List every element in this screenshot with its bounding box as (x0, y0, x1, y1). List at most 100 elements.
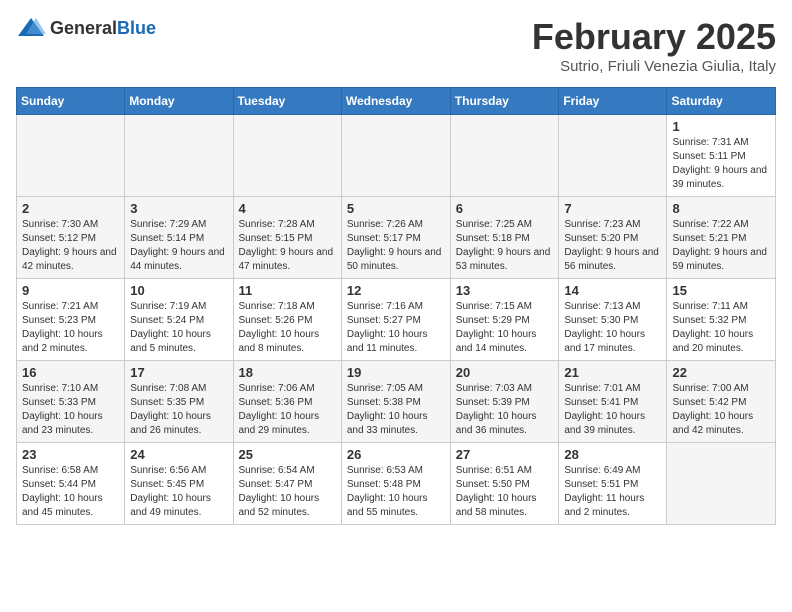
day-cell: 1 Sunrise: 7:31 AM Sunset: 5:11 PM Daylig… (667, 115, 776, 197)
day-cell (17, 115, 125, 197)
day-info: Sunrise: 7:23 AM Sunset: 5:20 PM Dayligh… (564, 218, 661, 274)
day-number: 7 (564, 201, 661, 216)
header-cell-wednesday: Wednesday (341, 88, 450, 115)
day-cell: 28 Sunrise: 6:49 AM Sunset: 5:51 PM Dayli… (559, 443, 667, 525)
day-number: 4 (239, 201, 336, 216)
day-info: Sunrise: 6:56 AM Sunset: 5:45 PM Dayligh… (130, 464, 227, 520)
day-info: Sunrise: 6:54 AM Sunset: 5:47 PM Dayligh… (239, 464, 336, 520)
day-number: 18 (239, 365, 336, 380)
day-info: Sunrise: 7:00 AM Sunset: 5:42 PM Dayligh… (672, 382, 770, 438)
header: GeneralBlue February 2025 Sutrio, Friuli… (16, 16, 776, 75)
day-cell: 22 Sunrise: 7:00 AM Sunset: 5:42 PM Dayli… (667, 361, 776, 443)
day-cell: 6 Sunrise: 7:25 AM Sunset: 5:18 PM Daylig… (450, 197, 559, 279)
week-row-1: 1 Sunrise: 7:31 AM Sunset: 5:11 PM Daylig… (17, 115, 776, 197)
day-cell: 12 Sunrise: 7:16 AM Sunset: 5:27 PM Dayli… (341, 279, 450, 361)
day-info: Sunrise: 7:19 AM Sunset: 5:24 PM Dayligh… (130, 300, 227, 356)
calendar-title: February 2025 (532, 16, 776, 58)
day-number: 12 (347, 283, 445, 298)
day-cell: 14 Sunrise: 7:13 AM Sunset: 5:30 PM Dayli… (559, 279, 667, 361)
day-info: Sunrise: 6:49 AM Sunset: 5:51 PM Dayligh… (564, 464, 661, 520)
calendar-subtitle: Sutrio, Friuli Venezia Giulia, Italy (532, 58, 776, 75)
day-cell: 25 Sunrise: 6:54 AM Sunset: 5:47 PM Dayli… (233, 443, 341, 525)
day-info: Sunrise: 7:26 AM Sunset: 5:17 PM Dayligh… (347, 218, 445, 274)
day-cell (450, 115, 559, 197)
day-cell: 5 Sunrise: 7:26 AM Sunset: 5:17 PM Daylig… (341, 197, 450, 279)
day-number: 2 (22, 201, 119, 216)
logo-text-blue: Blue (117, 18, 156, 38)
day-number: 1 (672, 119, 770, 134)
day-number: 27 (456, 447, 554, 462)
day-info: Sunrise: 6:51 AM Sunset: 5:50 PM Dayligh… (456, 464, 554, 520)
day-info: Sunrise: 7:16 AM Sunset: 5:27 PM Dayligh… (347, 300, 445, 356)
header-cell-thursday: Thursday (450, 88, 559, 115)
day-number: 20 (456, 365, 554, 380)
day-cell (667, 443, 776, 525)
day-number: 21 (564, 365, 661, 380)
header-cell-friday: Friday (559, 88, 667, 115)
day-number: 26 (347, 447, 445, 462)
day-number: 28 (564, 447, 661, 462)
week-row-5: 23 Sunrise: 6:58 AM Sunset: 5:44 PM Dayli… (17, 443, 776, 525)
title-area: February 2025 Sutrio, Friuli Venezia Giu… (532, 16, 776, 75)
day-number: 5 (347, 201, 445, 216)
day-number: 6 (456, 201, 554, 216)
day-number: 3 (130, 201, 227, 216)
day-info: Sunrise: 6:53 AM Sunset: 5:48 PM Dayligh… (347, 464, 445, 520)
day-number: 11 (239, 283, 336, 298)
day-info: Sunrise: 7:28 AM Sunset: 5:15 PM Dayligh… (239, 218, 336, 274)
day-info: Sunrise: 7:21 AM Sunset: 5:23 PM Dayligh… (22, 300, 119, 356)
day-cell: 18Sunrise: 7:06 AM Sunset: 5:36 PM Dayli… (233, 361, 341, 443)
day-number: 13 (456, 283, 554, 298)
day-info: Sunrise: 7:25 AM Sunset: 5:18 PM Dayligh… (456, 218, 554, 274)
day-number: 19 (347, 365, 445, 380)
day-number: 22 (672, 365, 770, 380)
day-number: 25 (239, 447, 336, 462)
day-cell: 15Sunrise: 7:11 AM Sunset: 5:32 PM Dayli… (667, 279, 776, 361)
day-info: Sunrise: 6:58 AM Sunset: 5:44 PM Dayligh… (22, 464, 119, 520)
day-info: Sunrise: 7:13 AM Sunset: 5:30 PM Dayligh… (564, 300, 661, 356)
day-info: Sunrise: 7:15 AM Sunset: 5:29 PM Dayligh… (456, 300, 554, 356)
day-cell (559, 115, 667, 197)
day-info: Sunrise: 7:30 AM Sunset: 5:12 PM Dayligh… (22, 218, 119, 274)
day-number: 17 (130, 365, 227, 380)
day-cell: 27 Sunrise: 6:51 AM Sunset: 5:50 PM Dayli… (450, 443, 559, 525)
day-number: 14 (564, 283, 661, 298)
day-number: 9 (22, 283, 119, 298)
logo-icon (16, 16, 46, 40)
day-info: Sunrise: 7:08 AM Sunset: 5:35 PM Dayligh… (130, 382, 227, 438)
day-info: Sunrise: 7:11 AM Sunset: 5:32 PM Dayligh… (672, 300, 770, 356)
day-cell: 17 Sunrise: 7:08 AM Sunset: 5:35 PM Dayli… (125, 361, 233, 443)
day-cell (125, 115, 233, 197)
day-cell: 26 Sunrise: 6:53 AM Sunset: 5:48 PM Dayli… (341, 443, 450, 525)
day-cell: 21 Sunrise: 7:01 AM Sunset: 5:41 PM Dayli… (559, 361, 667, 443)
day-cell: 13 Sunrise: 7:15 AM Sunset: 5:29 PM Dayli… (450, 279, 559, 361)
logo: GeneralBlue (16, 16, 156, 40)
header-cell-sunday: Sunday (17, 88, 125, 115)
day-info: Sunrise: 7:05 AM Sunset: 5:38 PM Dayligh… (347, 382, 445, 438)
header-cell-tuesday: Tuesday (233, 88, 341, 115)
day-cell (233, 115, 341, 197)
day-info: Sunrise: 7:10 AM Sunset: 5:33 PM Dayligh… (22, 382, 119, 438)
week-row-3: 9 Sunrise: 7:21 AM Sunset: 5:23 PM Daylig… (17, 279, 776, 361)
day-number: 23 (22, 447, 119, 462)
calendar-table: SundayMondayTuesdayWednesdayThursdayFrid… (16, 87, 776, 525)
day-cell: 4 Sunrise: 7:28 AM Sunset: 5:15 PM Daylig… (233, 197, 341, 279)
day-cell: 24 Sunrise: 6:56 AM Sunset: 5:45 PM Dayli… (125, 443, 233, 525)
day-cell: 8 Sunrise: 7:22 AM Sunset: 5:21 PM Daylig… (667, 197, 776, 279)
day-info: Sunrise: 7:18 AM Sunset: 5:26 PM Dayligh… (239, 300, 336, 356)
day-number: 16 (22, 365, 119, 380)
day-info: Sunrise: 7:29 AM Sunset: 5:14 PM Dayligh… (130, 218, 227, 274)
week-row-2: 2 Sunrise: 7:30 AM Sunset: 5:12 PM Daylig… (17, 197, 776, 279)
day-cell: 19 Sunrise: 7:05 AM Sunset: 5:38 PM Dayli… (341, 361, 450, 443)
day-cell: 3 Sunrise: 7:29 AM Sunset: 5:14 PM Daylig… (125, 197, 233, 279)
day-cell: 10Sunrise: 7:19 AM Sunset: 5:24 PM Dayli… (125, 279, 233, 361)
day-info: Sunrise: 7:01 AM Sunset: 5:41 PM Dayligh… (564, 382, 661, 438)
day-number: 8 (672, 201, 770, 216)
day-info: Sunrise: 7:22 AM Sunset: 5:21 PM Dayligh… (672, 218, 770, 274)
day-info: Sunrise: 7:31 AM Sunset: 5:11 PM Dayligh… (672, 136, 770, 192)
day-cell: 9 Sunrise: 7:21 AM Sunset: 5:23 PM Daylig… (17, 279, 125, 361)
day-number: 24 (130, 447, 227, 462)
day-cell: 20Sunrise: 7:03 AM Sunset: 5:39 PM Dayli… (450, 361, 559, 443)
header-cell-saturday: Saturday (667, 88, 776, 115)
day-cell: 2 Sunrise: 7:30 AM Sunset: 5:12 PM Daylig… (17, 197, 125, 279)
